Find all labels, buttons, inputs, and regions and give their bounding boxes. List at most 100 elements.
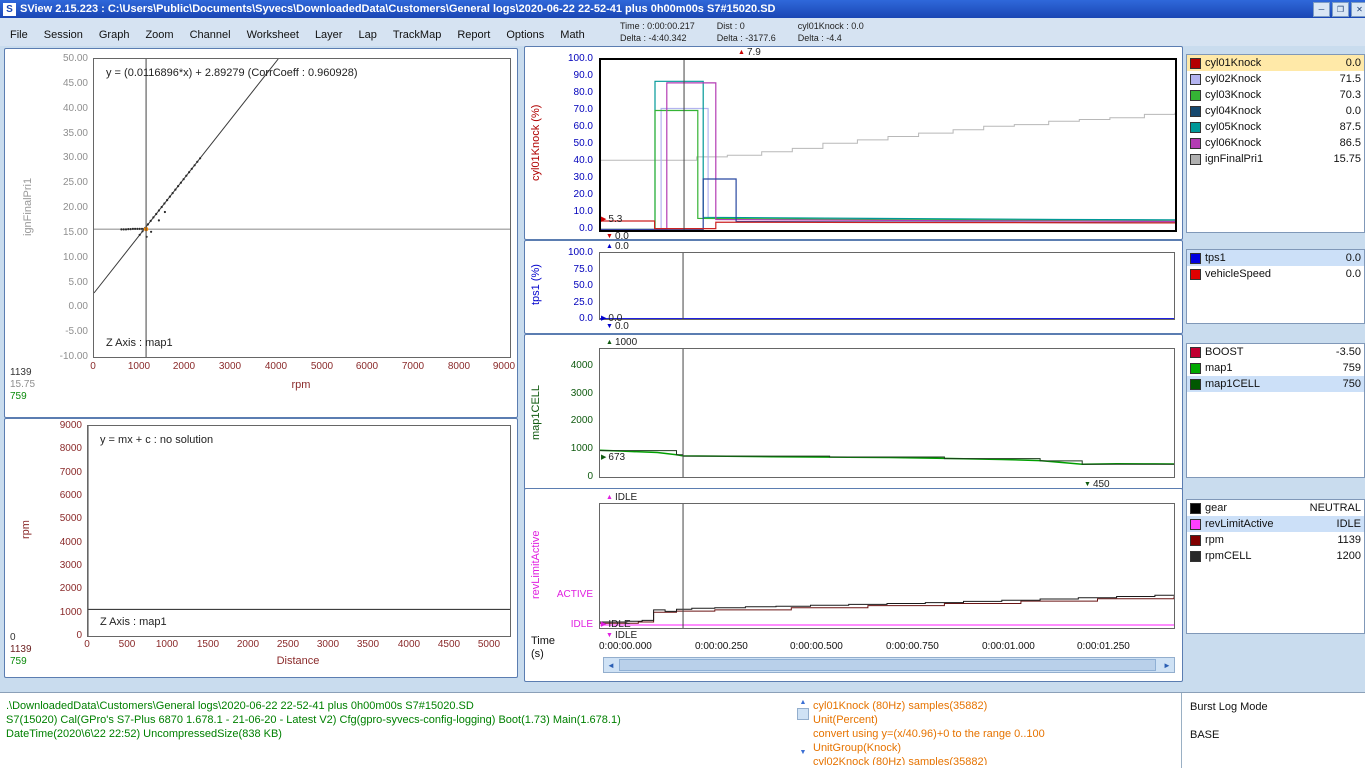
marker-value: 1000 bbox=[615, 337, 637, 348]
x-axis-label: rpm bbox=[93, 379, 509, 391]
menu-report[interactable]: Report bbox=[449, 28, 498, 42]
time-series-canvas[interactable] bbox=[601, 60, 1175, 230]
channel-row-cyl06Knock[interactable]: cyl06Knock86.5 bbox=[1187, 135, 1364, 151]
log-info-line: .\DownloadedData\Customers\General logs\… bbox=[6, 699, 621, 713]
channel-row-map1[interactable]: map1759 bbox=[1187, 360, 1364, 376]
time-axis-label-line2: (s) bbox=[531, 648, 555, 661]
y-axis-ticks: 50.0045.0040.0035.0030.0025.0020.0015.00… bbox=[45, 58, 90, 356]
channel-info-line: cyl02Knock (80Hz) samples(35882) bbox=[813, 755, 1173, 765]
y-tick-label: 50.00 bbox=[63, 53, 88, 64]
channel-name: cyl04Knock bbox=[1205, 105, 1342, 117]
channel-value: 750 bbox=[1343, 378, 1361, 390]
cursor-value: 0 bbox=[10, 632, 32, 644]
menu-lap[interactable]: Lap bbox=[350, 28, 384, 42]
channel-row-cyl05Knock[interactable]: cyl05Knock87.5 bbox=[1187, 119, 1364, 135]
cursor-value: 1139 bbox=[10, 644, 32, 656]
y-tick-label: 20.0 bbox=[574, 189, 593, 200]
scroll-down-arrow-icon[interactable]: ▼ bbox=[800, 749, 807, 757]
menu-options[interactable]: Options bbox=[498, 28, 552, 42]
channel-row-vehicleSpeed[interactable]: vehicleSpeed0.0 bbox=[1187, 266, 1364, 282]
channel-row-rpmCELL[interactable]: rpmCELL1200 bbox=[1187, 548, 1364, 564]
y-tick-label: 75.0 bbox=[574, 264, 593, 275]
scroll-up-arrow-icon[interactable]: ▲ bbox=[800, 699, 807, 707]
y-tick-label: 3000 bbox=[60, 560, 82, 571]
restore-button[interactable]: ❐ bbox=[1332, 2, 1349, 17]
channel-color-swatch bbox=[1190, 106, 1201, 117]
y-tick-label: 9000 bbox=[60, 420, 82, 431]
status-dist: Dist : 0 bbox=[717, 20, 776, 32]
menu-graph[interactable]: Graph bbox=[91, 28, 138, 42]
channel-info-line: convert using y=(x/40.96)+0 to the range… bbox=[813, 727, 1173, 741]
y-tick-label: 8000 bbox=[60, 443, 82, 454]
axis-marker-icon: ▶ bbox=[601, 216, 606, 223]
plot-area[interactable]: y = mx + c : no solution Z Axis : map1 bbox=[87, 425, 511, 637]
channel-row-cyl02Knock[interactable]: cyl02Knock71.5 bbox=[1187, 71, 1364, 87]
menu-layer[interactable]: Layer bbox=[307, 28, 351, 42]
channel-row-map1CELL[interactable]: map1CELL750 bbox=[1187, 376, 1364, 392]
channel-row-tps1[interactable]: tps10.0 bbox=[1187, 250, 1364, 266]
channel-row-revLimitActive[interactable]: revLimitActiveIDLE bbox=[1187, 516, 1364, 532]
y-tick-label: 40.0 bbox=[574, 155, 593, 166]
channel-row-cyl04Knock[interactable]: cyl04Knock0.0 bbox=[1187, 103, 1364, 119]
channel-name: cyl01Knock bbox=[1205, 57, 1342, 69]
y-tick-label: 100.0 bbox=[568, 247, 593, 258]
channel-value: 759 bbox=[1343, 362, 1361, 374]
plot-area[interactable] bbox=[599, 58, 1177, 232]
menu-zoom[interactable]: Zoom bbox=[137, 28, 181, 42]
axis-marker-icon: ▶ bbox=[601, 454, 606, 461]
time-series-canvas[interactable] bbox=[600, 253, 1174, 319]
channel-row-BOOST[interactable]: BOOST-3.50 bbox=[1187, 344, 1364, 360]
plot-area[interactable] bbox=[599, 348, 1175, 478]
y-tick-label: 0 bbox=[76, 630, 82, 641]
x-tick-label: 4000 bbox=[398, 639, 420, 650]
channel-row-cyl03Knock[interactable]: cyl03Knock70.3 bbox=[1187, 87, 1364, 103]
max-marker: ▲0.0 bbox=[606, 241, 629, 251]
plot-area[interactable] bbox=[599, 252, 1175, 320]
y-tick-label: 2000 bbox=[60, 583, 82, 594]
channel-info-scrollbar[interactable]: ▲ ▼ bbox=[797, 699, 809, 757]
scrollbar-thumb[interactable] bbox=[797, 708, 809, 720]
channel-name: BOOST bbox=[1205, 346, 1332, 358]
y-axis-label: cyl01Knock (%) bbox=[529, 58, 543, 228]
plot-area[interactable] bbox=[599, 503, 1175, 629]
time-series-canvas[interactable] bbox=[600, 504, 1174, 628]
scrollbar-thumb[interactable] bbox=[619, 659, 1156, 671]
channel-row-gear[interactable]: gearNEUTRAL bbox=[1187, 500, 1364, 516]
channel-value: 71.5 bbox=[1340, 73, 1361, 85]
time-series-canvas[interactable] bbox=[600, 349, 1174, 477]
menu-math[interactable]: Math bbox=[552, 28, 592, 42]
y-tick-label: 10.0 bbox=[574, 206, 593, 217]
y-tick-label: 0 bbox=[587, 471, 593, 482]
scroll-right-arrow-icon[interactable]: ► bbox=[1160, 658, 1174, 672]
plot-area[interactable]: y = (0.0116896*x) + 2.89279 (CorrCoeff :… bbox=[93, 58, 511, 358]
scroll-left-arrow-icon[interactable]: ◄ bbox=[604, 658, 618, 672]
marker-value: 673 bbox=[608, 452, 625, 463]
y-tick-label: 70.0 bbox=[574, 104, 593, 115]
y-tick-label: 0.00 bbox=[69, 301, 88, 312]
menu-file[interactable]: File bbox=[2, 28, 36, 42]
channel-row-rpm[interactable]: rpm1139 bbox=[1187, 532, 1364, 548]
y-axis-ticks: 100.075.050.025.00.0 bbox=[551, 252, 595, 318]
channel-name: cyl06Knock bbox=[1205, 137, 1336, 149]
time-scrollbar[interactable]: ◄ ► bbox=[603, 657, 1175, 673]
z-axis-label: Z Axis : map1 bbox=[100, 616, 167, 628]
marker-value: IDLE bbox=[615, 492, 637, 503]
channel-row-cyl01Knock[interactable]: cyl01Knock0.0 bbox=[1187, 55, 1364, 71]
y-tick-label: 20.00 bbox=[63, 202, 88, 213]
scatter-canvas[interactable] bbox=[88, 426, 510, 636]
x-tick-label: 7000 bbox=[402, 361, 424, 372]
y-tick-label: 5.00 bbox=[69, 277, 88, 288]
channel-name: cyl03Knock bbox=[1205, 89, 1336, 101]
menu-trackmap[interactable]: TrackMap bbox=[385, 28, 450, 42]
x-axis-ticks: 0500100015002000250030003500400045005000 bbox=[87, 639, 509, 651]
menu-session[interactable]: Session bbox=[36, 28, 91, 42]
y-tick-label: 2000 bbox=[571, 415, 593, 426]
scatter-canvas[interactable] bbox=[94, 59, 510, 357]
channel-value: 1200 bbox=[1337, 550, 1361, 562]
channel-info-line: UnitGroup(Knock) bbox=[813, 741, 1173, 755]
menu-channel[interactable]: Channel bbox=[182, 28, 239, 42]
channel-row-ignFinalPri1[interactable]: ignFinalPri115.75 bbox=[1187, 151, 1364, 167]
minimize-button[interactable]: ─ bbox=[1313, 2, 1330, 17]
menu-worksheet[interactable]: Worksheet bbox=[239, 28, 307, 42]
close-button[interactable]: ✕ bbox=[1351, 2, 1365, 17]
